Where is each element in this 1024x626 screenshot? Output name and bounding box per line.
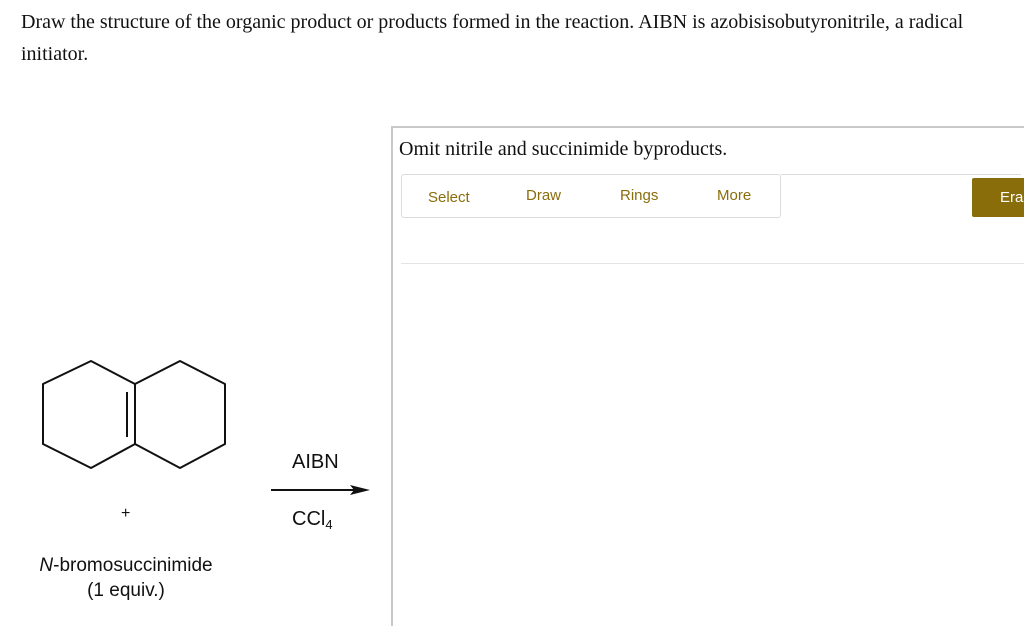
left-ring	[42, 360, 136, 469]
right-ring	[134, 360, 226, 469]
drawing-panel: Omit nitrile and succinimide byproducts.…	[391, 126, 1024, 626]
rings-tool-button[interactable]: Rings	[620, 187, 658, 204]
more-tool-button[interactable]: More	[717, 187, 751, 204]
starting-material-structure	[42, 360, 226, 469]
reagent-italic-prefix: N	[39, 555, 54, 576]
reagent-name-text: -bromosuccinimide	[53, 555, 213, 576]
reagent-equiv: (1 equiv.)	[87, 580, 165, 601]
erase-button[interactable]: Erase	[972, 178, 1024, 217]
solvent-subscript: 4	[325, 517, 333, 532]
panel-instruction: Omit nitrile and succinimide byproducts.	[399, 138, 728, 160]
question-text: Draw the structure of the organic produc…	[21, 11, 964, 65]
plus-sign: +	[121, 505, 131, 522]
select-tool-button[interactable]: Select	[428, 189, 470, 206]
reagent-label: N-bromosuccinimide (1 equiv.)	[16, 553, 236, 603]
toolbar-divider	[781, 174, 1021, 175]
solvent-below-arrow: CCl4	[292, 508, 333, 532]
draw-tool-button[interactable]: Draw	[526, 187, 561, 204]
reaction-arrow	[271, 485, 370, 495]
drawing-toolbar: Select Draw Rings More	[401, 174, 781, 218]
reagent-above-arrow: AIBN	[292, 451, 339, 473]
drawing-canvas[interactable]	[401, 264, 1024, 626]
solvent-main: CCl	[292, 508, 326, 530]
